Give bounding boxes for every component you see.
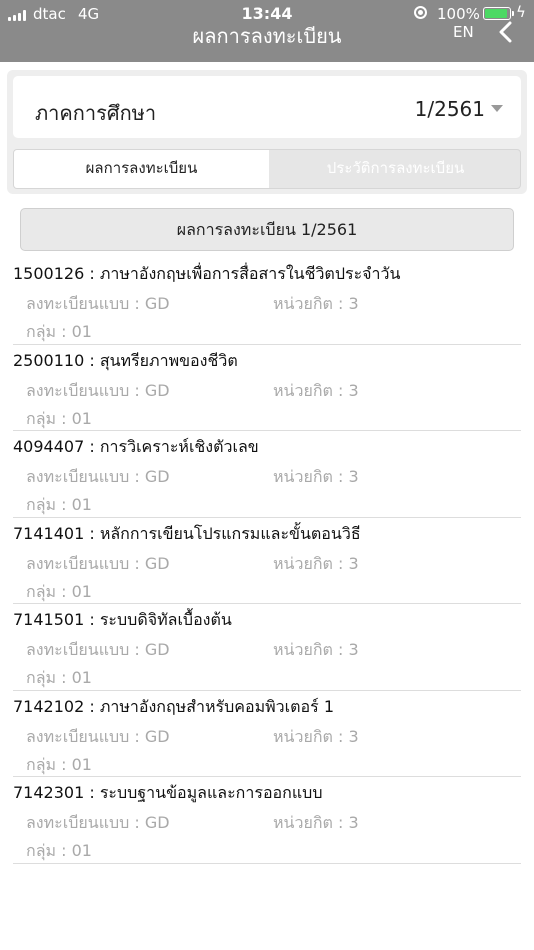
course-item: 7141401 : หลักการเขียนโปรแกรมและขั้นตอนว… [13,518,521,604]
registration-type: ลงทะเบียนแบบ : GD [26,553,170,573]
course-group: กลุ่ม : 01 [26,408,92,428]
course-credits: หน่วยกิต : 3 [273,467,359,486]
course-group: กลุ่ม : 01 [26,495,92,514]
semester-dropdown[interactable]: ภาคการศึกษา 1/2561 [13,76,521,138]
charging-icon: ϟ [516,3,526,21]
course-item: 7141501 : ระบบดิจิทัลเบื้องต้นลงทะเบียนแ… [13,604,521,691]
course-item: 7142102 : ภาษาอังกฤษสำหรับคอมพิวเตอร์ 1 ล… [13,691,521,777]
language-toggle-button[interactable]: EN [453,23,474,41]
tab-registration-results[interactable]: ผลการลงทะเบียน [14,150,269,188]
course-credits: หน่วยกิต : 3 [273,813,359,832]
course-credits: หน่วยกิต : 3 [273,726,359,746]
registration-type: ลงทะเบียนแบบ : GD [26,726,170,746]
course-item: 2500110 : สุนทรียภาพของชีวิตลงทะเบียนแบบ… [13,345,521,431]
course-item: 7142301 : ระบบฐานข้อมูลและการออกแบบลงทะเ… [13,777,521,864]
battery-fill [485,9,507,18]
course-title: 7141401 : หลักการเขียนโปรแกรมและขั้นตอนว… [13,523,361,543]
registration-type: ลงทะเบียนแบบ : GD [26,380,170,400]
course-credits: หน่วยกิต : 3 [273,380,359,400]
course-item: 4094407 : การวิเคราะห์เชิงตัวเลขลงทะเบีย… [13,431,521,518]
course-credits: หน่วยกิต : 3 [273,294,359,313]
course-title: 1500126 : ภาษาอังกฤษเพื่อการสื่อสารในชีว… [13,264,401,283]
course-group: กลุ่ม : 01 [26,668,92,687]
rotation-lock-icon [414,6,427,19]
segmented-tabs: ผลการลงทะเบียน ประวัติการลงทะเบียน [13,149,521,189]
course-title: 7142301 : ระบบฐานข้อมูลและการออกแบบ [13,783,323,802]
course-title: 7141501 : ระบบดิจิทัลเบื้องต้น [13,610,232,629]
course-title: 2500110 : สุนทรียภาพของชีวิต [13,350,238,370]
course-group: กลุ่ม : 01 [26,841,92,860]
course-credits: หน่วยกิต : 3 [273,640,359,659]
course-group: กลุ่ม : 01 [26,322,92,341]
dropdown-caret-icon [491,105,503,112]
semester-panel: ภาคการศึกษา 1/2561 ผลการลงทะเบียน ประวัต… [7,70,527,194]
chevron-left-icon [499,21,512,43]
course-item: 1500126 : ภาษาอังกฤษเพื่อการสื่อสารในชีว… [13,258,521,345]
registration-type: ลงทะเบียนแบบ : GD [26,640,170,659]
back-button[interactable] [497,21,517,43]
registration-type: ลงทะเบียนแบบ : GD [26,813,170,832]
semester-label: ภาคการศึกษา [35,101,157,125]
course-group: กลุ่ม : 01 [26,581,92,601]
course-title: 4094407 : การวิเคราะห์เชิงตัวเลข [13,437,259,456]
registration-results-button[interactable]: ผลการลงทะเบียน 1/2561 [20,208,514,251]
course-title: 7142102 : ภาษาอังกฤษสำหรับคอมพิวเตอร์ 1 [13,696,334,716]
registration-type: ลงทะเบียนแบบ : GD [26,294,170,313]
semester-value: 1/2561 [414,97,485,121]
course-credits: หน่วยกิต : 3 [273,553,359,573]
course-list: 1500126 : ภาษาอังกฤษเพื่อการสื่อสารในชีว… [13,258,521,864]
app-header: dtac 4G 13:44 100% ϟ ผลการลงทะเบียน EN [0,0,534,62]
battery-icon [483,7,514,20]
tab-registration-history[interactable]: ประวัติการลงทะเบียน [269,150,520,188]
registration-type: ลงทะเบียนแบบ : GD [26,467,170,486]
course-group: กลุ่ม : 01 [26,754,92,774]
